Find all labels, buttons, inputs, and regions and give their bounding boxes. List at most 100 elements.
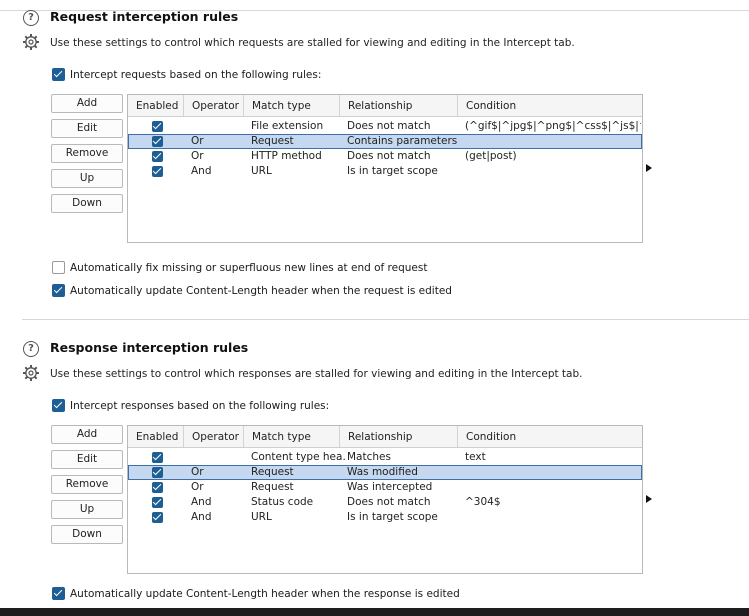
row-condition: ^304$ <box>465 496 501 508</box>
column-relationship[interactable]: Relationship <box>339 426 457 447</box>
row-condition: (get|post) <box>465 150 517 162</box>
row-operator: And <box>191 511 212 523</box>
column-match-type[interactable]: Match type <box>243 426 339 447</box>
request-section-title: Request interception rules <box>50 9 239 24</box>
section-divider <box>22 319 749 320</box>
checkbox[interactable] <box>52 587 65 600</box>
table-row[interactable]: And URL Is in target scope <box>128 510 642 525</box>
request-rules-table[interactable]: Enabled Operator Match type Relationship… <box>127 94 643 243</box>
request-up-button[interactable]: Up <box>51 169 123 188</box>
row-match-type: Request <box>251 466 294 478</box>
row-condition <box>465 134 641 149</box>
row-match-type: Request <box>251 481 294 493</box>
table-row[interactable]: Content type hea... Matches text <box>128 450 642 465</box>
window-bottom-bar <box>0 608 749 616</box>
row-enabled-checkbox[interactable] <box>152 151 163 162</box>
table-row[interactable]: And URL Is in target scope <box>128 164 642 179</box>
checkbox-label: Automatically update Content-Length head… <box>70 284 452 297</box>
row-operator: And <box>191 496 212 508</box>
column-operator[interactable]: Operator <box>183 95 243 116</box>
request-down-button[interactable]: Down <box>51 194 123 213</box>
row-relationship: Matches <box>347 451 391 463</box>
request-add-button[interactable]: Add <box>51 94 123 113</box>
row-enabled-checkbox[interactable] <box>152 482 163 493</box>
intercept-requests-checkbox[interactable]: Intercept requests based on the followin… <box>52 68 321 81</box>
checkbox[interactable] <box>52 399 65 412</box>
request-remove-button[interactable]: Remove <box>51 144 123 163</box>
table-header: Enabled Operator Match type Relationship… <box>128 95 642 117</box>
response-up-button[interactable]: Up <box>51 500 123 519</box>
column-enabled[interactable]: Enabled <box>128 95 183 116</box>
row-match-type: URL <box>251 511 272 523</box>
row-relationship: Was intercepted <box>347 481 433 493</box>
row-match-type: Status code <box>251 496 314 508</box>
column-operator[interactable]: Operator <box>183 426 243 447</box>
row-condition <box>465 465 641 480</box>
column-relationship[interactable]: Relationship <box>339 95 457 116</box>
column-enabled[interactable]: Enabled <box>128 426 183 447</box>
checkbox-label: Automatically fix missing or superfluous… <box>70 261 428 274</box>
checkbox[interactable] <box>52 284 65 297</box>
checkbox-label: Automatically update Content-Length head… <box>70 587 460 600</box>
row-condition <box>465 164 641 179</box>
triangle-right-icon[interactable] <box>646 164 652 172</box>
row-operator: Or <box>191 150 204 162</box>
fix-newlines-checkbox[interactable]: Automatically fix missing or superfluous… <box>52 261 427 274</box>
table-row[interactable]: Or Request Was modified <box>128 465 642 480</box>
gear-icon[interactable] <box>22 364 40 382</box>
table-row[interactable]: File extension Does not match (^gif$|^jp… <box>128 119 642 134</box>
triangle-right-icon[interactable] <box>646 495 652 503</box>
row-relationship: Contains parameters <box>347 135 458 147</box>
row-operator: Or <box>191 466 204 478</box>
table-row[interactable]: Or Request Was intercepted <box>128 480 642 495</box>
row-operator: And <box>191 165 212 177</box>
row-operator: Or <box>191 481 204 493</box>
row-operator: Or <box>191 135 204 147</box>
request-section-description: Use these settings to control which requ… <box>50 37 575 49</box>
row-relationship: Does not match <box>347 496 431 508</box>
row-condition <box>465 510 641 525</box>
row-match-type: Request <box>251 135 294 147</box>
row-match-type: HTTP method <box>251 150 322 162</box>
response-down-button[interactable]: Down <box>51 525 123 544</box>
help-icon[interactable]: ? <box>23 10 39 26</box>
row-enabled-checkbox[interactable] <box>152 136 163 147</box>
table-row[interactable]: Or Request Contains parameters <box>128 134 642 149</box>
column-condition[interactable]: Condition <box>457 426 642 447</box>
intercept-responses-checkbox[interactable]: Intercept responses based on the followi… <box>52 399 329 412</box>
table-row[interactable]: Or HTTP method Does not match (get|post) <box>128 149 642 164</box>
checkbox[interactable] <box>52 261 65 274</box>
response-edit-button[interactable]: Edit <box>51 450 123 469</box>
row-enabled-checkbox[interactable] <box>152 166 163 177</box>
checkbox[interactable] <box>52 68 65 81</box>
table-header: Enabled Operator Match type Relationship… <box>128 426 642 448</box>
row-relationship: Is in target scope <box>347 511 438 523</box>
help-icon[interactable]: ? <box>23 341 39 357</box>
row-match-type: URL <box>251 165 272 177</box>
row-enabled-checkbox[interactable] <box>152 467 163 478</box>
row-condition: (^gif$|^jpg$|^png$|^css$|^js$|^ic... <box>465 120 641 132</box>
row-condition: text <box>465 451 486 463</box>
update-request-length-checkbox[interactable]: Automatically update Content-Length head… <box>52 284 452 297</box>
table-row[interactable]: And Status code Does not match ^304$ <box>128 495 642 510</box>
update-response-length-checkbox[interactable]: Automatically update Content-Length head… <box>52 587 460 600</box>
gear-icon[interactable] <box>22 33 40 51</box>
row-relationship: Is in target scope <box>347 165 438 177</box>
response-add-button[interactable]: Add <box>51 425 123 444</box>
checkbox-label: Intercept responses based on the followi… <box>70 399 330 412</box>
row-enabled-checkbox[interactable] <box>152 121 163 132</box>
response-remove-button[interactable]: Remove <box>51 475 123 494</box>
column-condition[interactable]: Condition <box>457 95 642 116</box>
row-enabled-checkbox[interactable] <box>152 497 163 508</box>
row-condition <box>465 480 641 495</box>
response-rules-table[interactable]: Enabled Operator Match type Relationship… <box>127 425 643 574</box>
column-match-type[interactable]: Match type <box>243 95 339 116</box>
row-enabled-checkbox[interactable] <box>152 452 163 463</box>
request-edit-button[interactable]: Edit <box>51 119 123 138</box>
row-relationship: Does not match <box>347 150 431 162</box>
row-relationship: Was modified <box>347 466 418 478</box>
row-enabled-checkbox[interactable] <box>152 512 163 523</box>
checkbox-label: Intercept requests based on the followin… <box>70 68 322 81</box>
response-section-title: Response interception rules <box>50 340 249 355</box>
row-relationship: Does not match <box>347 120 431 132</box>
